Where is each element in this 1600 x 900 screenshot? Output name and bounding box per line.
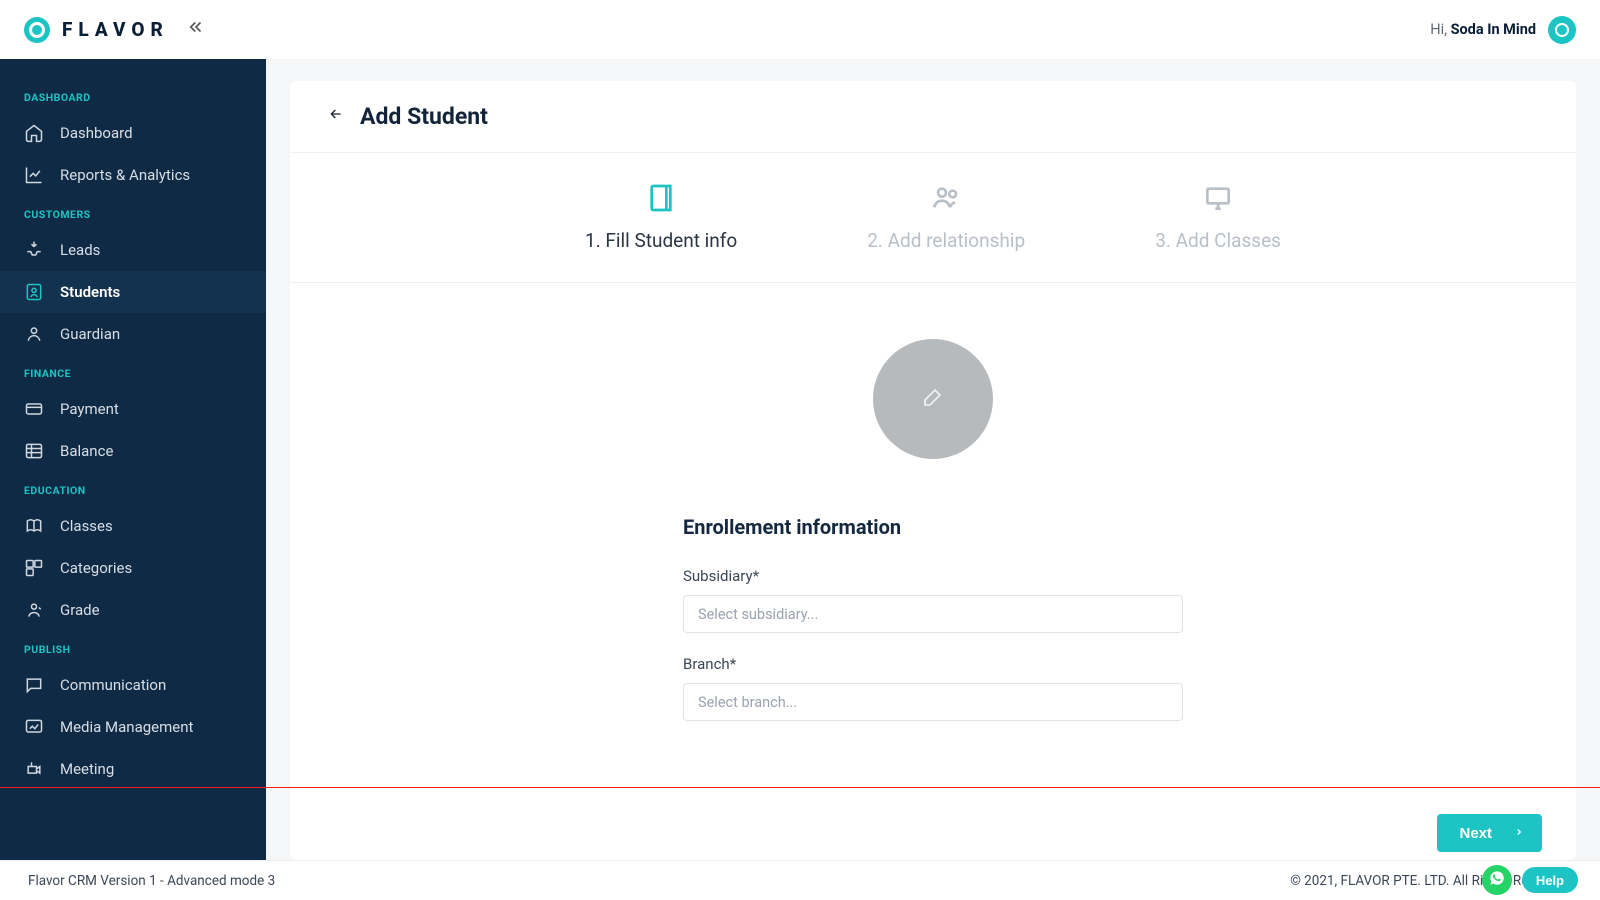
step-label: 1. Fill Student info <box>585 229 737 252</box>
user-greeting: Hi, Soda In Mind <box>1430 21 1536 38</box>
branch-select[interactable]: Select branch... <box>683 683 1183 721</box>
nav-label: Classes <box>60 517 113 535</box>
section-heading: Enrollement information <box>683 515 1183 539</box>
next-button[interactable]: Next <box>1437 814 1542 852</box>
footer: Flavor CRM Version 1 - Advanced mode 3 ©… <box>0 860 1600 900</box>
sidebar: DASHBOARD Dashboard Reports & Analytics … <box>0 59 266 860</box>
grade-icon <box>24 600 44 620</box>
sidebar-item-classes[interactable]: Classes <box>0 505 266 547</box>
analytics-icon <box>24 165 44 185</box>
nav-label: Communication <box>60 676 166 694</box>
nav-section-dashboard: DASHBOARD <box>0 79 266 112</box>
step-label: 3. Add Classes <box>1155 229 1281 252</box>
nav-section-publish: PUBLISH <box>0 631 266 664</box>
form-section: Enrollement information Subsidiary* Sele… <box>683 515 1183 743</box>
sidebar-item-payment[interactable]: Payment <box>0 388 266 430</box>
stepper: 1. Fill Student info 2. Add relationship… <box>290 153 1576 283</box>
card-body: Enrollement information Subsidiary* Sele… <box>290 283 1576 860</box>
sidebar-item-students[interactable]: Students <box>0 271 266 313</box>
help-button[interactable]: Help <box>1522 867 1578 893</box>
next-button-label: Next <box>1459 825 1492 842</box>
nav-section-education: EDUCATION <box>0 472 266 505</box>
communication-icon <box>24 675 44 695</box>
relationship-icon <box>929 181 963 215</box>
chevron-right-icon <box>1514 826 1524 840</box>
step-fill-student-info[interactable]: 1. Fill Student info <box>585 181 737 252</box>
avatar[interactable] <box>1548 16 1576 44</box>
leads-icon <box>24 240 44 260</box>
home-icon <box>24 123 44 143</box>
step-add-classes[interactable]: 3. Add Classes <box>1155 181 1281 252</box>
sidebar-item-grade[interactable]: Grade <box>0 589 266 631</box>
sidebar-item-media[interactable]: Media Management <box>0 706 266 748</box>
sidebar-item-dashboard[interactable]: Dashboard <box>0 112 266 154</box>
whatsapp-button[interactable] <box>1482 865 1512 895</box>
nav-label: Categories <box>60 559 132 577</box>
nav-label: Grade <box>60 601 100 619</box>
sidebar-item-balance[interactable]: Balance <box>0 430 266 472</box>
nav-label: Guardian <box>60 325 120 343</box>
students-icon <box>24 282 44 302</box>
sidebar-item-communication[interactable]: Communication <box>0 664 266 706</box>
nav-section-customers: CUSTOMERS <box>0 196 266 229</box>
card: Add Student 1. Fill Student info 2. Add … <box>290 81 1576 860</box>
field-branch: Branch* Select branch... <box>683 655 1183 721</box>
meeting-icon <box>24 759 44 779</box>
photo-upload[interactable] <box>873 339 993 459</box>
nav-label: Payment <box>60 400 119 418</box>
step-label: 2. Add relationship <box>867 229 1025 252</box>
nav-label: Dashboard <box>60 124 133 142</box>
nav-label: Media Management <box>60 718 193 736</box>
sidebar-item-guardian[interactable]: Guardian <box>0 313 266 355</box>
nav-section-finance: FINANCE <box>0 355 266 388</box>
sidebar-collapse-icon[interactable] <box>187 18 205 41</box>
footer-version: Flavor CRM Version 1 - Advanced mode 3 <box>28 873 275 889</box>
categories-icon <box>24 558 44 578</box>
nav-label: Meeting <box>60 760 114 778</box>
sidebar-item-leads[interactable]: Leads <box>0 229 266 271</box>
edit-icon <box>921 385 945 413</box>
step-add-relationship[interactable]: 2. Add relationship <box>867 181 1025 252</box>
media-icon <box>24 717 44 737</box>
card-header: Add Student <box>290 81 1576 153</box>
sidebar-item-reports[interactable]: Reports & Analytics <box>0 154 266 196</box>
subsidiary-select[interactable]: Select subsidiary... <box>683 595 1183 633</box>
page-title: Add Student <box>360 103 488 130</box>
field-label: Subsidiary* <box>683 567 1183 585</box>
floating-actions: Help <box>1482 865 1578 895</box>
balance-icon <box>24 441 44 461</box>
logo[interactable]: FLAVOR <box>24 17 169 43</box>
nav-label: Students <box>60 283 120 301</box>
guardian-icon <box>24 324 44 344</box>
topbar: FLAVOR Hi, Soda In Mind <box>0 0 1600 59</box>
sidebar-item-categories[interactable]: Categories <box>0 547 266 589</box>
nav-label: Leads <box>60 241 100 259</box>
student-info-icon <box>644 181 678 215</box>
classes-step-icon <box>1201 181 1235 215</box>
main: Add Student 1. Fill Student info 2. Add … <box>266 59 1600 860</box>
payment-icon <box>24 399 44 419</box>
field-subsidiary: Subsidiary* Select subsidiary... <box>683 567 1183 633</box>
whatsapp-icon <box>1489 870 1505 890</box>
logo-text: FLAVOR <box>62 18 169 41</box>
back-arrow-icon[interactable] <box>326 106 346 127</box>
classes-icon <box>24 516 44 536</box>
sidebar-item-meeting[interactable]: Meeting <box>0 748 266 790</box>
field-label: Branch* <box>683 655 1183 673</box>
nav-label: Reports & Analytics <box>60 166 190 184</box>
nav-label: Balance <box>60 442 113 460</box>
logo-icon <box>24 17 50 43</box>
